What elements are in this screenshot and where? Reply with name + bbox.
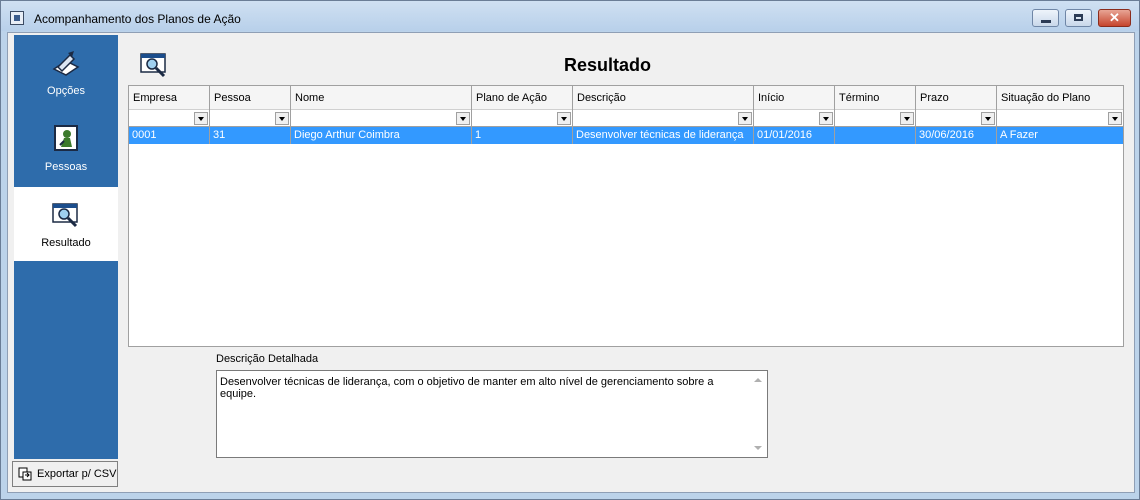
column-header-situacao[interactable]: Situação do Plano [997, 86, 1123, 127]
column-filter[interactable] [997, 109, 1123, 126]
app-window: Acompanhamento dos Planos de Ação ✕ Opçõ… [0, 0, 1140, 500]
cell-plano: 1 [472, 127, 573, 144]
sidebar-item-label: Opções [47, 85, 85, 97]
maximize-icon [1074, 14, 1083, 21]
chevron-down-icon[interactable] [900, 112, 914, 125]
column-filter[interactable] [129, 109, 209, 126]
export-icon [18, 467, 32, 481]
cell-pessoa: 31 [210, 127, 291, 144]
column-label: Prazo [920, 92, 949, 104]
chevron-down-icon[interactable] [1108, 112, 1122, 125]
sidebar-item-label: Resultado [41, 237, 91, 249]
detail-label: Descrição Detalhada [216, 353, 319, 365]
detail-text: Desenvolver técnicas de liderança, com o… [220, 376, 714, 400]
chevron-down-icon[interactable] [194, 112, 208, 125]
sidebar-item-label: Pessoas [44, 161, 88, 173]
column-label: Descrição [577, 92, 626, 104]
cell-situacao: A Fazer [1000, 129, 1038, 141]
column-label: Plano de Ação [476, 92, 547, 104]
sidebar: Opções Pessoas Resultado [14, 35, 118, 459]
column-label: Pessoa [214, 92, 251, 104]
table-row[interactable]: 0001 31 Diego Arthur Coimbra 1 Desenvolv… [129, 127, 1123, 144]
minimize-icon [1041, 20, 1051, 23]
chevron-down-icon[interactable] [981, 112, 995, 125]
chevron-down-icon[interactable] [557, 112, 571, 125]
column-header-nome[interactable]: Nome [291, 86, 472, 127]
options-icon [52, 51, 80, 76]
export-csv-label: Exportar p/ CSV [37, 468, 117, 480]
column-header-prazo[interactable]: Prazo [916, 86, 997, 127]
cell-empresa: 0001 [129, 127, 210, 144]
column-header-termino[interactable]: Término [835, 86, 916, 127]
window-title: Acompanhamento dos Planos de Ação [34, 12, 241, 26]
page-title: Resultado [564, 55, 652, 75]
export-csv-button[interactable]: Exportar p/ CSV [12, 461, 118, 487]
column-header-empresa[interactable]: Empresa [129, 86, 210, 127]
result-icon [140, 53, 166, 78]
chevron-down-icon[interactable] [456, 112, 470, 125]
cell-inicio: 01/01/2016 [754, 127, 835, 144]
result-icon [52, 203, 78, 228]
close-icon: ✕ [1109, 10, 1120, 25]
minimize-button[interactable] [1032, 9, 1059, 27]
column-label: Nome [295, 92, 325, 104]
chevron-up-icon[interactable] [754, 378, 762, 382]
main-panel: Resultado Empresa Pessoa Nome Plano de A… [124, 35, 1132, 489]
column-label: Empresa [133, 92, 178, 104]
detail-scrollbar[interactable] [751, 371, 767, 457]
sidebar-item-resultado[interactable]: Resultado [14, 187, 118, 261]
client-area: Opções Pessoas Resultado Exportar p/ CSV… [7, 32, 1135, 493]
column-label: Situação do Plano [1001, 92, 1091, 104]
column-filter[interactable] [472, 109, 572, 126]
detail-textarea[interactable]: Desenvolver técnicas de liderança, com o… [216, 370, 768, 458]
column-header-plano[interactable]: Plano de Ação [472, 86, 573, 127]
maximize-button[interactable] [1065, 9, 1092, 27]
column-filter[interactable] [291, 109, 471, 126]
app-icon[interactable] [10, 11, 24, 25]
column-header-descricao[interactable]: Descrição [573, 86, 754, 127]
column-filter[interactable] [916, 109, 996, 126]
grid-header: Empresa Pessoa Nome Plano de Ação Descri… [129, 86, 1123, 127]
chevron-down-icon[interactable] [738, 112, 752, 125]
cell-prazo: 30/06/2016 [916, 127, 997, 144]
chevron-down-icon[interactable] [819, 112, 833, 125]
column-filter[interactable] [573, 109, 753, 126]
people-icon [54, 125, 78, 151]
column-filter[interactable] [210, 109, 290, 126]
close-button[interactable]: ✕ [1098, 9, 1131, 27]
results-grid: Empresa Pessoa Nome Plano de Ação Descri… [128, 85, 1124, 347]
column-header-pessoa[interactable]: Pessoa [210, 86, 291, 127]
column-label: Término [839, 92, 880, 104]
title-bar[interactable]: Acompanhamento dos Planos de Ação ✕ [1, 1, 1139, 31]
cell-descricao: Desenvolver técnicas de liderança [573, 127, 754, 144]
sidebar-item-pessoas[interactable]: Pessoas [14, 111, 118, 185]
column-label: Início [758, 92, 785, 104]
cell-termino [835, 127, 916, 144]
column-header-inicio[interactable]: Início [754, 86, 835, 127]
chevron-down-icon[interactable] [275, 112, 289, 125]
sidebar-item-opcoes[interactable]: Opções [14, 35, 118, 109]
cell-nome: Diego Arthur Coimbra [291, 127, 472, 144]
chevron-down-icon[interactable] [754, 446, 762, 450]
column-filter[interactable] [835, 109, 915, 126]
column-filter[interactable] [754, 109, 834, 126]
